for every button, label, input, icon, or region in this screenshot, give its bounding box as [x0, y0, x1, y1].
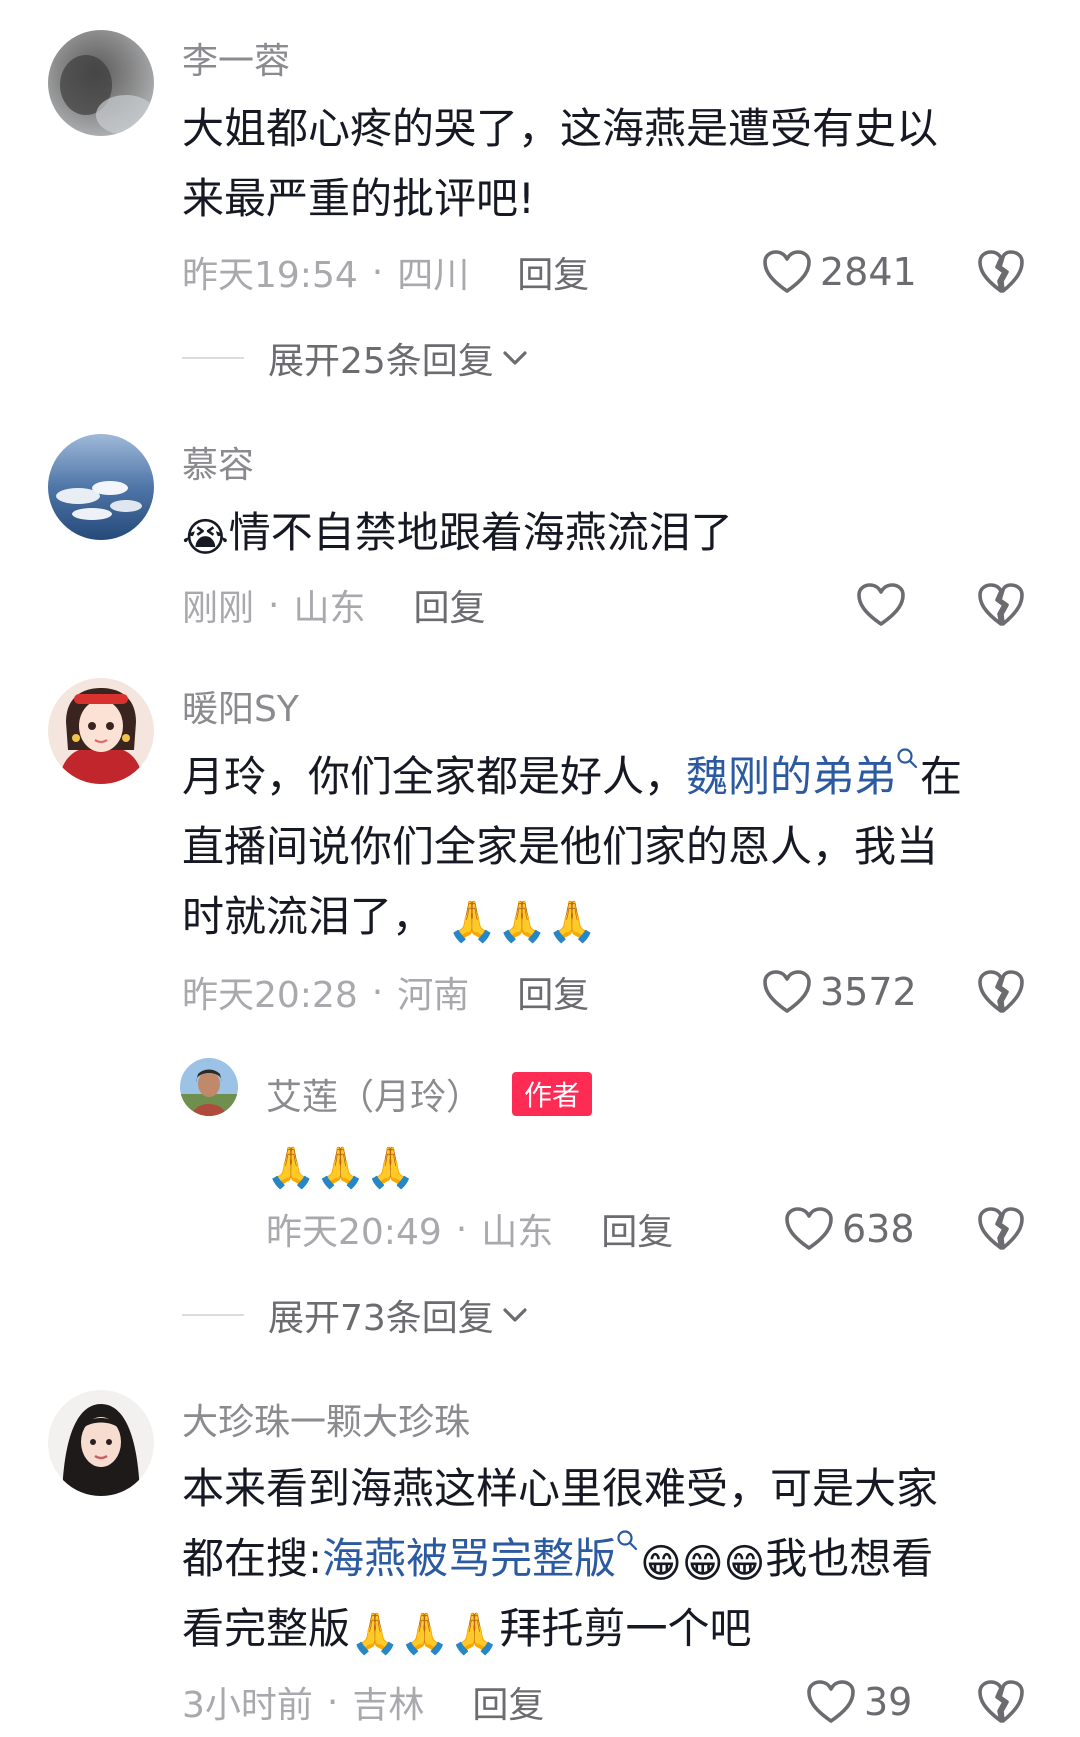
comment-text: 大姐都心疼的哭了，这海燕是遭受有史以 来最严重的批评吧! — [182, 94, 938, 234]
avatar[interactable] — [48, 1390, 154, 1496]
expand-replies-button[interactable]: 展开73条回复 — [182, 1290, 528, 1340]
comment-username[interactable]: 李一蓉 — [182, 32, 290, 84]
avatar[interactable] — [180, 1058, 238, 1116]
reply-button[interactable]: 回复 — [413, 579, 485, 631]
reply-button[interactable]: 回复 — [601, 1203, 673, 1255]
reply-meta: 昨天20:49 · 山东 回复 — [266, 1204, 673, 1254]
comment-text: 月玲，你们全家都是好人，魏刚的弟弟在 直播间说你们全家是他们家的恩人，我当 时就… — [182, 742, 962, 952]
reply-username-text[interactable]: 艾莲（月玲） — [266, 1077, 482, 1118]
separator-dot: · — [371, 971, 384, 1013]
heart-outline-icon — [856, 582, 906, 628]
comment-text-segment: 在 — [920, 752, 963, 801]
like-button[interactable] — [856, 580, 906, 630]
comment-time: 昨天19:54 — [182, 255, 358, 296]
like-button[interactable]: 2841 — [762, 247, 917, 297]
comment-text: 本来看到海燕这样心里很难受，可是大家 都在搜:海燕被骂完整版 😁😁😁我也想看 看完… — [182, 1454, 938, 1664]
reply-button[interactable]: 回复 — [517, 246, 589, 298]
divider-line — [182, 357, 244, 359]
comment-text-line: 情不自禁地跟着海燕流泪了 — [228, 508, 733, 557]
expand-replies-button[interactable]: 展开25条回复 — [182, 333, 528, 383]
comment-time: 3小时前 — [182, 1685, 313, 1726]
comment-meta: 昨天20:28 · 河南 回复 — [182, 967, 589, 1017]
comment-text-line: 都在搜:海燕被骂完整版 😁😁😁我也想看 — [182, 1524, 938, 1594]
broken-heart-icon[interactable] — [977, 969, 1025, 1015]
comment-time: 刚刚 — [182, 588, 255, 629]
divider-line — [182, 1314, 244, 1316]
comment-meta: 3小时前 · 吉林 回复 — [182, 1677, 544, 1727]
comment-text-line: 直播间说你们全家是他们家的恩人，我当 — [182, 822, 939, 871]
reply-text: 🙏🙏🙏 — [266, 1128, 415, 1198]
like-count: 3572 — [820, 970, 917, 1014]
praying-hands-emoji: 🙏🙏🙏 — [266, 1145, 416, 1191]
chevron-down-icon — [502, 349, 528, 367]
comment-text-line: 时就流泪了， 🙏🙏🙏 — [182, 882, 962, 952]
comment-text-line: 大姐都心疼的哭了，这海燕是遭受有史以 — [182, 104, 939, 153]
comment-text-segment: 时就流泪了， — [182, 892, 435, 941]
like-button[interactable]: 638 — [784, 1204, 915, 1254]
grinning-sweat-emoji: 😁😁😁 — [640, 1541, 766, 1587]
like-button[interactable]: 39 — [806, 1677, 912, 1727]
comment-text-line: 来最严重的批评吧! — [182, 174, 535, 223]
comment-text: 😭情不自禁地跟着海燕流泪了 — [182, 498, 733, 568]
search-keyword-link[interactable]: 魏刚的弟弟 — [686, 752, 896, 801]
broken-heart-icon[interactable] — [977, 249, 1025, 295]
comment-text-segment: 看完整版 — [182, 1604, 351, 1653]
comment-text-segment: 月玲，你们全家都是好人， — [182, 752, 687, 801]
separator-dot: · — [268, 584, 280, 626]
comment-text-segment: 拜托剪一个吧 — [499, 1604, 752, 1653]
praying-hands-emoji: 🙏🙏🙏 — [350, 1611, 500, 1657]
chevron-down-icon — [502, 1306, 528, 1324]
comment-meta: 昨天19:54 · 四川 回复 — [182, 247, 589, 297]
comment-meta: 刚刚 · 山东 回复 — [182, 580, 486, 630]
search-icon — [896, 747, 918, 769]
comment-time: 昨天20:28 — [182, 975, 358, 1016]
comment-location: 四川 — [397, 255, 470, 296]
reply-button[interactable]: 回复 — [472, 1676, 544, 1728]
comment-username[interactable]: 慕容 — [182, 436, 254, 488]
praying-hands-emoji: 🙏🙏🙏 — [447, 899, 597, 945]
expand-replies-label: 展开73条回复 — [268, 1298, 494, 1339]
like-button[interactable]: 3572 — [762, 967, 917, 1017]
reply-time: 昨天20:49 — [266, 1212, 442, 1253]
avatar[interactable] — [48, 678, 154, 784]
like-count: 39 — [864, 1680, 913, 1724]
broken-heart-icon[interactable] — [977, 582, 1025, 628]
comment-location: 吉林 — [352, 1685, 425, 1726]
avatar[interactable] — [48, 30, 154, 136]
expand-replies-label: 展开25条回复 — [268, 341, 494, 382]
comment-username[interactable]: 暖阳SY — [182, 680, 299, 732]
heart-outline-icon — [762, 969, 812, 1015]
comment-text-line: 看完整版🙏🙏🙏拜托剪一个吧 — [182, 1594, 938, 1664]
broken-heart-icon[interactable] — [977, 1206, 1025, 1252]
reply-button[interactable]: 回复 — [517, 966, 589, 1018]
reply-username: 艾莲（月玲） 作者 — [266, 1068, 593, 1120]
comment-location: 山东 — [293, 588, 366, 629]
comment-text-line: 月玲，你们全家都是好人，魏刚的弟弟在 — [182, 742, 962, 812]
search-keyword-link[interactable]: 海燕被骂完整版 — [322, 1534, 616, 1583]
separator-dot: · — [371, 251, 384, 293]
comment-text-line: 本来看到海燕这样心里很难受，可是大家 — [182, 1464, 939, 1513]
comment-username[interactable]: 大珍珠一颗大珍珠 — [182, 1393, 470, 1445]
comment-location: 河南 — [397, 975, 470, 1016]
separator-dot: · — [455, 1208, 468, 1250]
heart-outline-icon — [784, 1206, 834, 1252]
broken-heart-icon[interactable] — [977, 1679, 1025, 1725]
crying-emoji: 😭 — [182, 515, 229, 561]
comment-text-segment: 都在搜: — [182, 1534, 323, 1583]
comment-text-segment: 我也想看 — [765, 1534, 934, 1583]
search-icon — [616, 1529, 638, 1551]
like-count: 638 — [842, 1207, 915, 1251]
reply-location: 山东 — [481, 1212, 554, 1253]
heart-outline-icon — [806, 1679, 856, 1725]
separator-dot: · — [326, 1681, 339, 1723]
like-count: 2841 — [820, 250, 917, 294]
heart-outline-icon — [762, 249, 812, 295]
avatar[interactable] — [48, 434, 154, 540]
author-badge: 作者 — [512, 1072, 593, 1116]
